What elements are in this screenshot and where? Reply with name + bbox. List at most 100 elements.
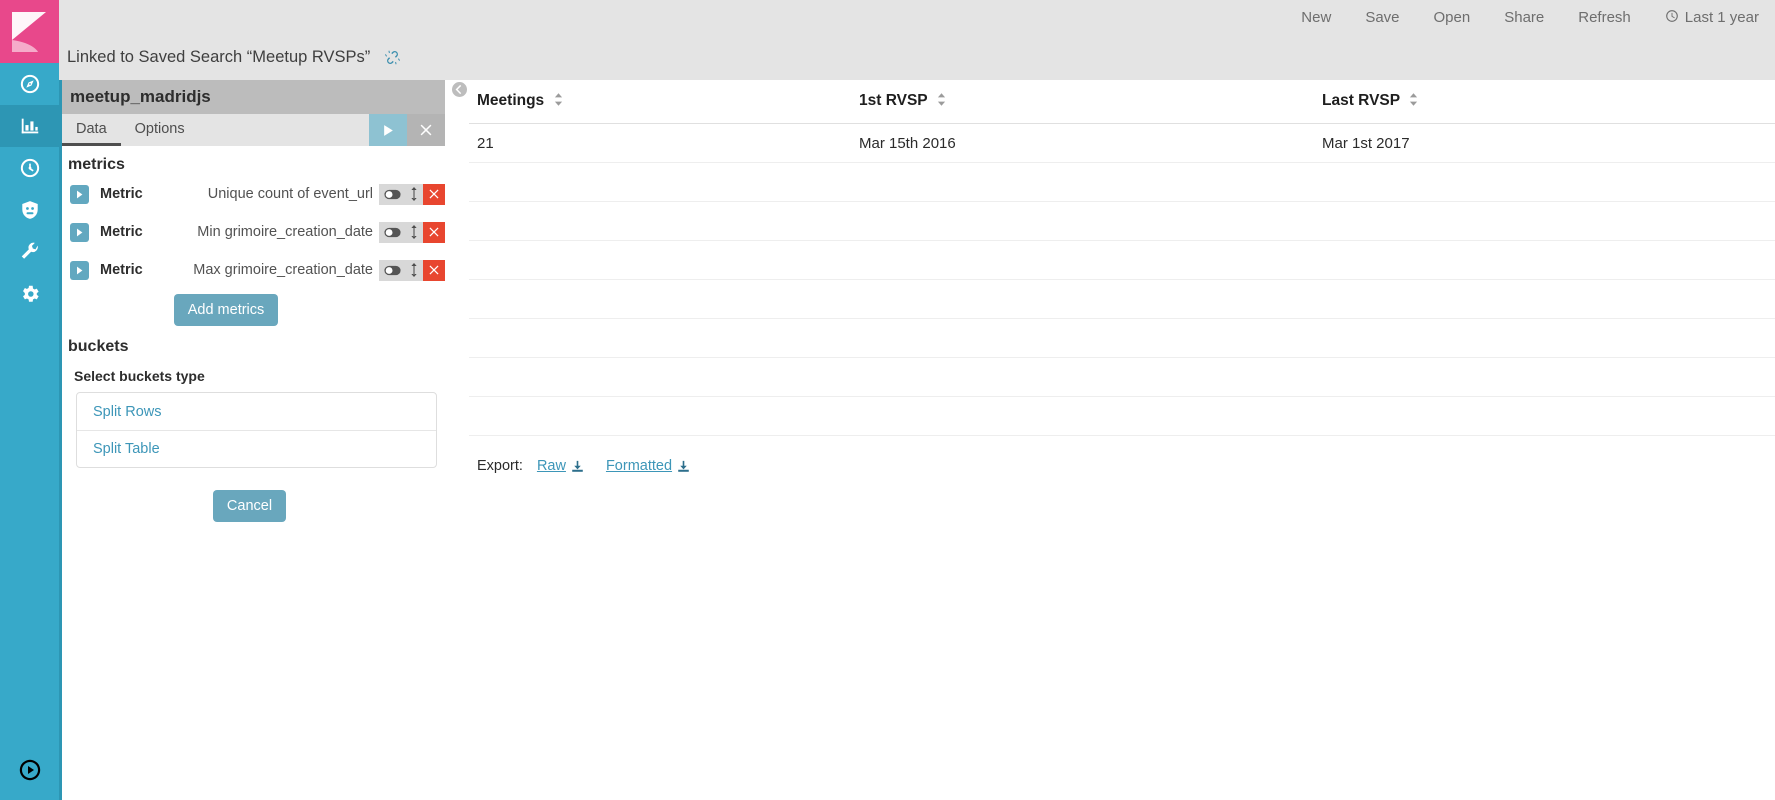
toggle-metric-visibility-button[interactable] (379, 259, 405, 281)
data-table: Meetings 1st RVSP Last RVSP 21 Mar 15th … (469, 80, 1775, 436)
clock-dial-icon (20, 158, 39, 178)
expand-metric-icon[interactable] (70, 184, 89, 204)
table-header-row: Meetings 1st RVSP Last RVSP (469, 80, 1775, 124)
remove-metric-button[interactable] (423, 183, 445, 205)
sidebar-item-settings[interactable] (0, 273, 59, 315)
linked-saved-search-bar: Linked to Saved Search “Meetup RVSPs” (59, 35, 1775, 80)
cell-first-rvsp (851, 357, 1314, 397)
toggle-metric-visibility-button[interactable] (379, 221, 405, 243)
bucket-option-split-rows[interactable]: Split Rows (77, 393, 436, 430)
metric-row: Metric Max grimoire_creation_date (62, 256, 445, 284)
expand-metric-icon[interactable] (70, 260, 89, 280)
sidebar-item-visualize[interactable] (0, 105, 59, 147)
cell-meetings (469, 279, 851, 319)
cell-last-rvsp (1314, 240, 1775, 280)
sidebar-item-dev-tools[interactable] (0, 189, 59, 231)
reorder-metric-handle[interactable] (405, 259, 423, 281)
sort-icon[interactable] (554, 93, 563, 111)
export-raw-label: Raw (536, 458, 566, 474)
discard-changes-button[interactable] (407, 114, 445, 146)
cell-first-rvsp (851, 162, 1314, 202)
collapse-sidebar-button[interactable] (452, 82, 467, 97)
metric-controls (379, 259, 445, 281)
download-icon (572, 460, 583, 472)
column-header-label: Last RVSP (1322, 92, 1400, 109)
add-metrics-button[interactable]: Add metrics (173, 294, 279, 326)
chevron-left-circle-icon (452, 82, 467, 97)
cell-meetings (469, 240, 851, 280)
sidebar-item-discover[interactable] (0, 63, 59, 105)
export-formatted-link[interactable]: Formatted (606, 458, 690, 474)
app-topbar: New Save Open Share Refresh Last 1 year (59, 0, 1775, 35)
toggle-icon (383, 189, 401, 199)
compass-icon (20, 74, 39, 94)
toggle-metric-visibility-button[interactable] (379, 183, 405, 205)
play-icon (383, 124, 393, 136)
topbar-refresh-button[interactable]: Refresh (1578, 9, 1631, 26)
move-updown-icon (411, 225, 417, 239)
metric-type-label: Metric (100, 224, 143, 240)
table-row (469, 279, 1775, 319)
export-row: Export: Raw Formatted (469, 458, 1775, 474)
cell-last-rvsp (1314, 162, 1775, 202)
column-header-last-rvsp[interactable]: Last RVSP (1314, 80, 1775, 124)
column-header-first-rvsp[interactable]: 1st RVSP (851, 80, 1314, 124)
move-updown-icon (411, 263, 417, 277)
close-icon (429, 265, 439, 275)
kibana-logo[interactable] (0, 0, 59, 63)
table-row (469, 201, 1775, 241)
metrics-heading: metrics (68, 156, 125, 173)
column-header-meetings[interactable]: Meetings (469, 80, 851, 124)
sidebar-item-management[interactable] (0, 231, 59, 273)
editor-tab-actions (369, 114, 445, 146)
cell-meetings: 21 (469, 123, 851, 163)
bucket-option-split-table[interactable]: Split Table (77, 430, 436, 467)
topbar-share-button[interactable]: Share (1504, 9, 1544, 26)
topbar-new-button[interactable]: New (1301, 9, 1331, 26)
tab-data[interactable]: Data (62, 114, 121, 146)
linked-saved-search-label: Linked to Saved Search “Meetup RVSPs” (67, 48, 371, 66)
global-nav-rail (0, 0, 59, 800)
cell-last-rvsp (1314, 357, 1775, 397)
table-row: 21 Mar 15th 2016 Mar 1st 2017 (469, 123, 1775, 163)
remove-metric-button[interactable] (423, 259, 445, 281)
play-circle-icon (19, 759, 40, 781)
cancel-button[interactable]: Cancel (212, 490, 287, 522)
metric-controls (379, 183, 445, 205)
unlink-icon[interactable] (384, 49, 401, 66)
sort-icon[interactable] (1409, 93, 1418, 111)
time-picker-button[interactable]: Last 1 year (1665, 9, 1759, 27)
toggle-icon (383, 265, 401, 275)
cell-first-rvsp (851, 201, 1314, 241)
cell-first-rvsp (851, 396, 1314, 436)
expand-metric-icon[interactable] (70, 222, 89, 242)
table-row (469, 240, 1775, 280)
table-row (469, 318, 1775, 358)
clock-icon (1665, 9, 1679, 27)
close-icon (429, 227, 439, 237)
tab-options[interactable]: Options (121, 114, 199, 146)
editor-tablist: Data Options (62, 114, 445, 146)
metric-controls (379, 221, 445, 243)
cell-first-rvsp (851, 240, 1314, 280)
metric-row: Metric Unique count of event_url (62, 180, 445, 208)
wrench-icon (21, 242, 38, 259)
metric-aggregation-label: Min grimoire_creation_date (197, 224, 373, 240)
cell-last-rvsp (1314, 318, 1775, 358)
reorder-metric-handle[interactable] (405, 221, 423, 243)
table-body: 21 Mar 15th 2016 Mar 1st 2017 (469, 123, 1775, 436)
cell-first-rvsp: Mar 15th 2016 (851, 123, 1314, 163)
sidebar-item-timelion[interactable] (0, 147, 59, 189)
topbar-save-button[interactable]: Save (1365, 9, 1399, 26)
sort-icon[interactable] (937, 93, 946, 111)
shield-icon (21, 201, 38, 219)
export-raw-link[interactable]: Raw (537, 458, 584, 474)
cell-last-rvsp: Mar 1st 2017 (1314, 123, 1775, 163)
download-icon (678, 460, 689, 472)
metric-type-label: Metric (100, 262, 143, 278)
remove-metric-button[interactable] (423, 221, 445, 243)
apply-changes-button[interactable] (369, 114, 407, 146)
reorder-metric-handle[interactable] (405, 183, 423, 205)
topbar-open-button[interactable]: Open (1434, 9, 1471, 26)
sidebar-item-collapse[interactable] (0, 740, 59, 800)
